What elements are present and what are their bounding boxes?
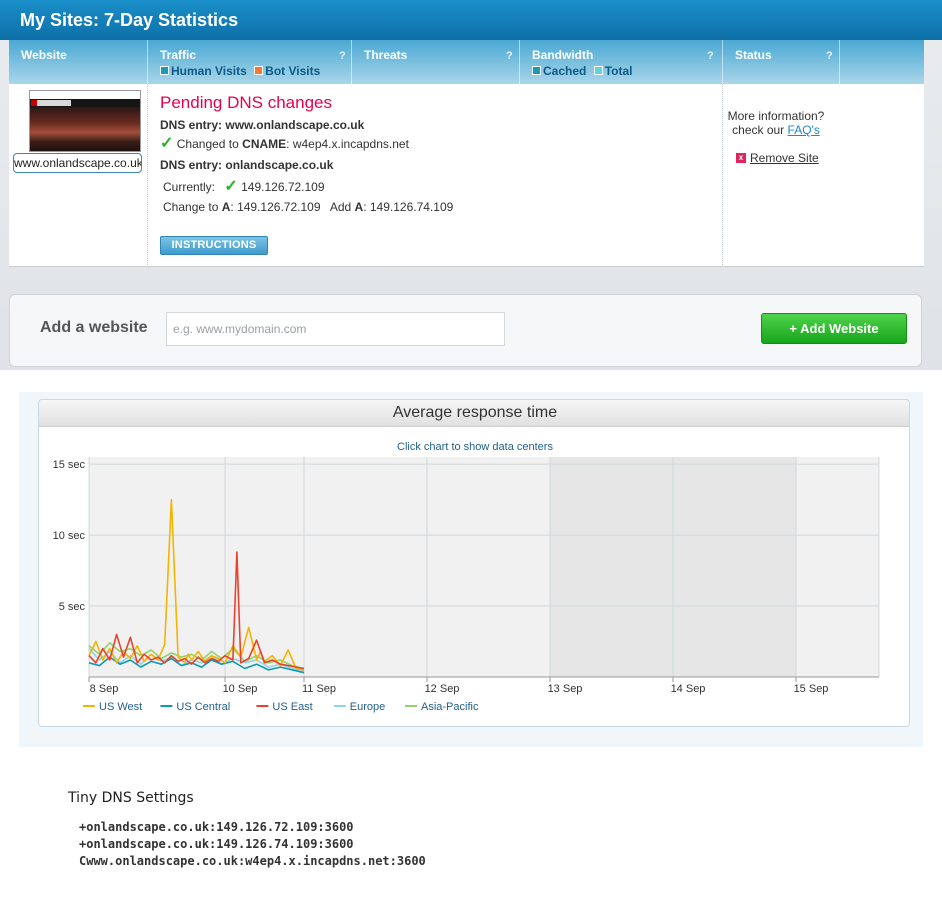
dns-entry-1-label: DNS entry: (160, 118, 223, 132)
traffic-legend: Human Visits Bot Visits (160, 64, 320, 78)
currently-value: 149.126.72.109 (241, 180, 325, 194)
add-website-box: Add a website + Add Website (9, 294, 922, 367)
remove-site-label[interactable]: Remove Site (750, 151, 819, 165)
x-tick-label: 8 Sep (90, 683, 119, 695)
header-website: Website (9, 40, 147, 84)
remove-icon: x (736, 152, 746, 163)
bot-visits-swatch (254, 66, 264, 76)
site-thumbnail[interactable] (29, 90, 141, 152)
x-tick-label: 13 Sep (548, 683, 583, 695)
site-url-button[interactable]: www.onlandscape.co.uk (13, 153, 142, 173)
chart-panel: Average response time Click chart to sho… (19, 392, 923, 747)
response-time-chart[interactable]: Average response time Click chart to sho… (38, 399, 910, 727)
change-to-prefix: Change to (163, 200, 219, 214)
status-info: More information? check our FAQ's (723, 109, 829, 137)
dns-setting-line: +onlandscape.co.uk:149.126.72.109:3600 (79, 820, 354, 834)
dns-entry-2-value: onlandscape.co.uk (225, 158, 334, 172)
add-prefix: Add (329, 200, 352, 214)
header-threats: Threats ? (352, 40, 519, 84)
header-traffic-label: Traffic (160, 48, 197, 62)
instructions-button[interactable]: INSTRUCTIONS (160, 236, 268, 255)
y-tick-label: 15 sec (53, 459, 86, 471)
status-info-line2: check our FAQ's (723, 123, 829, 137)
x-tick-label: 12 Sep (425, 683, 460, 695)
sites-panel: My Sites: 7-Day Statistics Website Traff… (0, 0, 942, 370)
thumbnail-header (30, 91, 140, 99)
changed-to-prefix: Changed to (176, 137, 239, 151)
changed-to-value: : w4ep4.x.incapdns.net (286, 137, 409, 151)
add-website-label: Add a website (40, 319, 148, 336)
change-to-line: Change to A: 149.126.72.109 Add A: 149.1… (163, 200, 453, 214)
threats-help-icon[interactable]: ? (506, 50, 513, 62)
header-bandwidth-label: Bandwidth (532, 48, 594, 62)
dns-entry-2: DNS entry: onlandscape.co.uk (160, 158, 333, 172)
header-status-label: Status (735, 48, 772, 62)
changed-to-line: ✓ Changed to CNAME: w4ep4.x.incapdns.net (160, 133, 409, 153)
page-title: My Sites: 7-Day Statistics (20, 10, 239, 30)
bandwidth-legend: Cached Total (532, 64, 632, 78)
status-help-icon[interactable]: ? (826, 50, 833, 62)
dns-settings-title: Tiny DNS Settings (68, 790, 194, 806)
header-threats-label: Threats (364, 48, 408, 62)
dns-setting-line: +onlandscape.co.uk:149.126.74.109:3600 (79, 837, 354, 851)
dns-entry-1-value: www.onlandscape.co.uk (225, 118, 365, 132)
currently-label: Currently: (163, 180, 216, 194)
legend-label: US East (272, 701, 312, 713)
title-bar: My Sites: 7-Day Statistics (0, 0, 942, 40)
column-divider (147, 84, 148, 267)
check-icon: ✓ (160, 135, 174, 152)
faq-link[interactable]: FAQ's (788, 123, 820, 137)
legend-label: US Central (176, 701, 230, 713)
x-tick-label: 10 Sep (223, 683, 258, 695)
legend-label: Europe (350, 701, 385, 713)
header-status: Status ? (723, 40, 839, 84)
traffic-help-icon[interactable]: ? (339, 50, 346, 62)
page: My Sites: 7-Day Statistics Website Traff… (0, 0, 942, 920)
human-visits-swatch (160, 66, 169, 76)
y-tick-label: 10 sec (53, 530, 86, 542)
add-website-button[interactable]: + Add Website (761, 313, 907, 344)
site-row: www.onlandscape.co.uk Pending DNS change… (9, 84, 924, 267)
table-header: Website Traffic ? Human Visits Bot Visit… (9, 40, 924, 84)
dns-entry-1: DNS entry: www.onlandscape.co.uk (160, 118, 364, 132)
status-info-line1: More information? (727, 109, 825, 123)
legend-label: Asia-Pacific (421, 701, 479, 713)
cached-swatch (532, 66, 541, 76)
bandwidth-help-icon[interactable]: ? (707, 50, 714, 62)
thumbnail-logo (31, 100, 71, 106)
x-tick-label: 14 Sep (671, 683, 706, 695)
header-traffic: Traffic ? Human Visits Bot Visits (148, 40, 351, 84)
legend-label: US West (99, 701, 142, 713)
changed-to-type: CNAME (242, 137, 287, 151)
domain-input[interactable] (166, 312, 505, 346)
remove-site-link[interactable]: x Remove Site (736, 151, 819, 165)
check-icon: ✓ (224, 178, 238, 195)
bot-visits-label: Bot Visits (265, 64, 321, 78)
chart-canvas[interactable]: 5 sec 10 sec 15 sec 8 Sep 10 Sep 11 Sep 12 Sep… (39, 400, 910, 727)
status-info-prefix: check our (732, 123, 785, 137)
x-tick-label: 15 Sep (794, 683, 829, 695)
add-type: A (354, 200, 364, 214)
x-tick-label: 11 Sep (302, 683, 336, 695)
header-bandwidth: Bandwidth ? Cached Total (520, 40, 722, 84)
currently-line: Currently: ✓ 149.126.72.109 (163, 176, 325, 196)
pending-dns-title: Pending DNS changes (160, 93, 333, 112)
y-tick-label: 5 sec (59, 601, 86, 613)
thumbnail-image (30, 107, 140, 151)
header-website-label: Website (21, 48, 67, 62)
dns-setting-line: Cwww.onlandscape.co.uk:w4ep4.x.incapdns.… (79, 854, 426, 868)
human-visits-label: Human Visits (171, 64, 247, 78)
header-divider (839, 40, 840, 84)
add-value: : 149.126.74.109 (363, 200, 454, 214)
change-to-value: : 149.126.72.109 (230, 200, 321, 214)
total-label: Total (604, 64, 633, 78)
total-swatch (593, 66, 603, 76)
dns-entry-2-label: DNS entry: (160, 158, 223, 172)
cached-label: Cached (543, 64, 587, 78)
